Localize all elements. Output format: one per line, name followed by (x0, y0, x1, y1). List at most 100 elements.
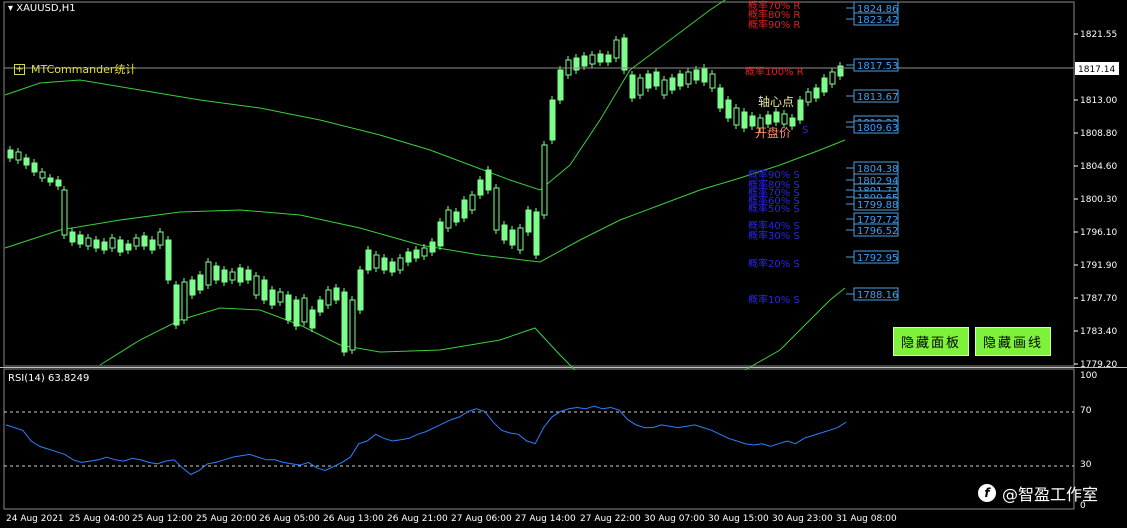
candle-body (69, 231, 76, 243)
time-axis-label: 31 Aug 08:00 (836, 514, 897, 524)
candle-body (533, 211, 540, 256)
candle-body (733, 107, 740, 126)
candle-body (445, 209, 452, 229)
candle-body (333, 287, 340, 301)
candle-body (309, 309, 316, 329)
candle-body (117, 239, 124, 253)
price-tag-text: 1817.53 (857, 61, 898, 72)
time-axis-label: 26 Aug 21:00 (387, 514, 448, 524)
price-tags: 1824.861823.421817.531813.671810.231809.… (846, 1, 899, 301)
candle-body (39, 171, 46, 179)
candle-body (725, 99, 732, 119)
candle-body (581, 55, 588, 67)
watermark: f @智盈工作室 (978, 481, 1098, 505)
candle-body (605, 54, 612, 63)
symbol-label[interactable]: ▾ XAUUSD,H1 (8, 3, 76, 14)
time-axis-label: 30 Aug 23:00 (772, 514, 833, 524)
candle-body (277, 291, 284, 303)
time-axis-label: 30 Aug 15:00 (708, 514, 769, 524)
price-axis: 1821.55 1813.00 1808.80 1804.60 1800.30 1796.… (1074, 30, 1117, 370)
candle-body (261, 279, 268, 301)
candle-body (7, 149, 14, 159)
candle-body (621, 37, 628, 71)
candle-body (645, 73, 652, 89)
hide-lines-button[interactable]: 隐藏画线 (975, 327, 1051, 356)
candle-body (15, 151, 22, 161)
pivot-label: 轴心点 (758, 94, 794, 109)
price-tag-text: 1813.67 (857, 92, 898, 103)
plus-icon[interactable]: + (14, 63, 25, 75)
candle-body (285, 294, 292, 321)
hide-panel-button[interactable]: 隐藏面板 (893, 327, 969, 356)
candle-body (181, 281, 188, 321)
candle-body (749, 115, 756, 127)
candle-body (157, 231, 164, 246)
candle-body (93, 239, 100, 249)
candle-body (653, 71, 660, 87)
candle-body (477, 179, 484, 196)
candle-body (709, 73, 716, 89)
candle-body (101, 241, 108, 251)
candle-body (405, 251, 412, 263)
candle-body (213, 265, 220, 281)
candle-body (493, 187, 500, 231)
candle-body (669, 77, 676, 91)
candle-body (373, 254, 380, 269)
time-axis: 24 Aug 2021 25 Aug 04:00 25 Aug 12:00 25 Au… (6, 514, 897, 524)
time-axis-label: 25 Aug 04:00 (69, 514, 130, 524)
candle-body (797, 99, 804, 121)
candle-body (349, 299, 356, 351)
current-price-text: 1817.14 (1078, 65, 1115, 75)
candle-body (245, 269, 252, 281)
indicator-label[interactable]: + MTCommander统计 (14, 61, 136, 77)
candle-body (469, 194, 476, 211)
price-axis-label: 1796.10 (1080, 228, 1117, 238)
candlesticks (7, 34, 844, 356)
support-label: 概率10% S (748, 293, 800, 306)
price-tag-text: 1788.16 (857, 290, 898, 301)
candle-body (205, 261, 212, 286)
candle-body (509, 229, 516, 246)
candle-body (189, 279, 196, 296)
level-labels: 概率70% R概率80% R概率90% R概率100% R轴心点开盘价 S概率90… (745, 0, 808, 306)
price-tag-text: 1823.42 (857, 15, 898, 26)
candle-body (55, 179, 62, 187)
time-axis-label: 26 Aug 13:00 (323, 514, 384, 524)
candle-body (781, 113, 788, 125)
candle-body (765, 114, 772, 125)
candle-body (685, 71, 692, 85)
candle-body (429, 241, 436, 253)
candle-body (381, 257, 388, 271)
candle-body (677, 73, 684, 87)
candle-body (23, 157, 30, 166)
price-axis-label: 1804.60 (1080, 162, 1117, 172)
dropdown-triangle-icon[interactable]: ▾ (8, 3, 13, 14)
candle-body (221, 269, 228, 283)
candle-body (325, 289, 332, 306)
candle-body (717, 87, 724, 109)
chart-canvas[interactable]: 1821.55 1813.00 1808.80 1804.60 1800.30 1796.… (0, 0, 1127, 528)
support-label: 概率50% S (748, 202, 800, 215)
candle-body (789, 117, 796, 127)
time-axis-label: 27 Aug 14:00 (515, 514, 576, 524)
price-tag-text: 1809.63 (857, 123, 898, 134)
candle-body (269, 289, 276, 306)
candle-body (821, 77, 828, 93)
candle-body (541, 144, 548, 216)
candle-body (31, 162, 38, 173)
time-axis-label: 25 Aug 12:00 (132, 514, 193, 524)
candle-body (453, 211, 460, 223)
candle-body (517, 227, 524, 251)
candle-body (485, 169, 492, 191)
rsi-frame (3, 368, 1075, 510)
candle-body (341, 291, 348, 353)
candle-body (389, 261, 396, 273)
resistance-label: 概率90% R (748, 18, 800, 31)
candle-body (693, 69, 700, 81)
rsi-axis-label: 30 (1080, 460, 1092, 470)
candle-body (141, 235, 148, 247)
candle-body (165, 239, 172, 281)
candle-body (397, 257, 404, 271)
candle-body (149, 239, 156, 251)
price-tag-text: 1796.52 (857, 226, 898, 237)
